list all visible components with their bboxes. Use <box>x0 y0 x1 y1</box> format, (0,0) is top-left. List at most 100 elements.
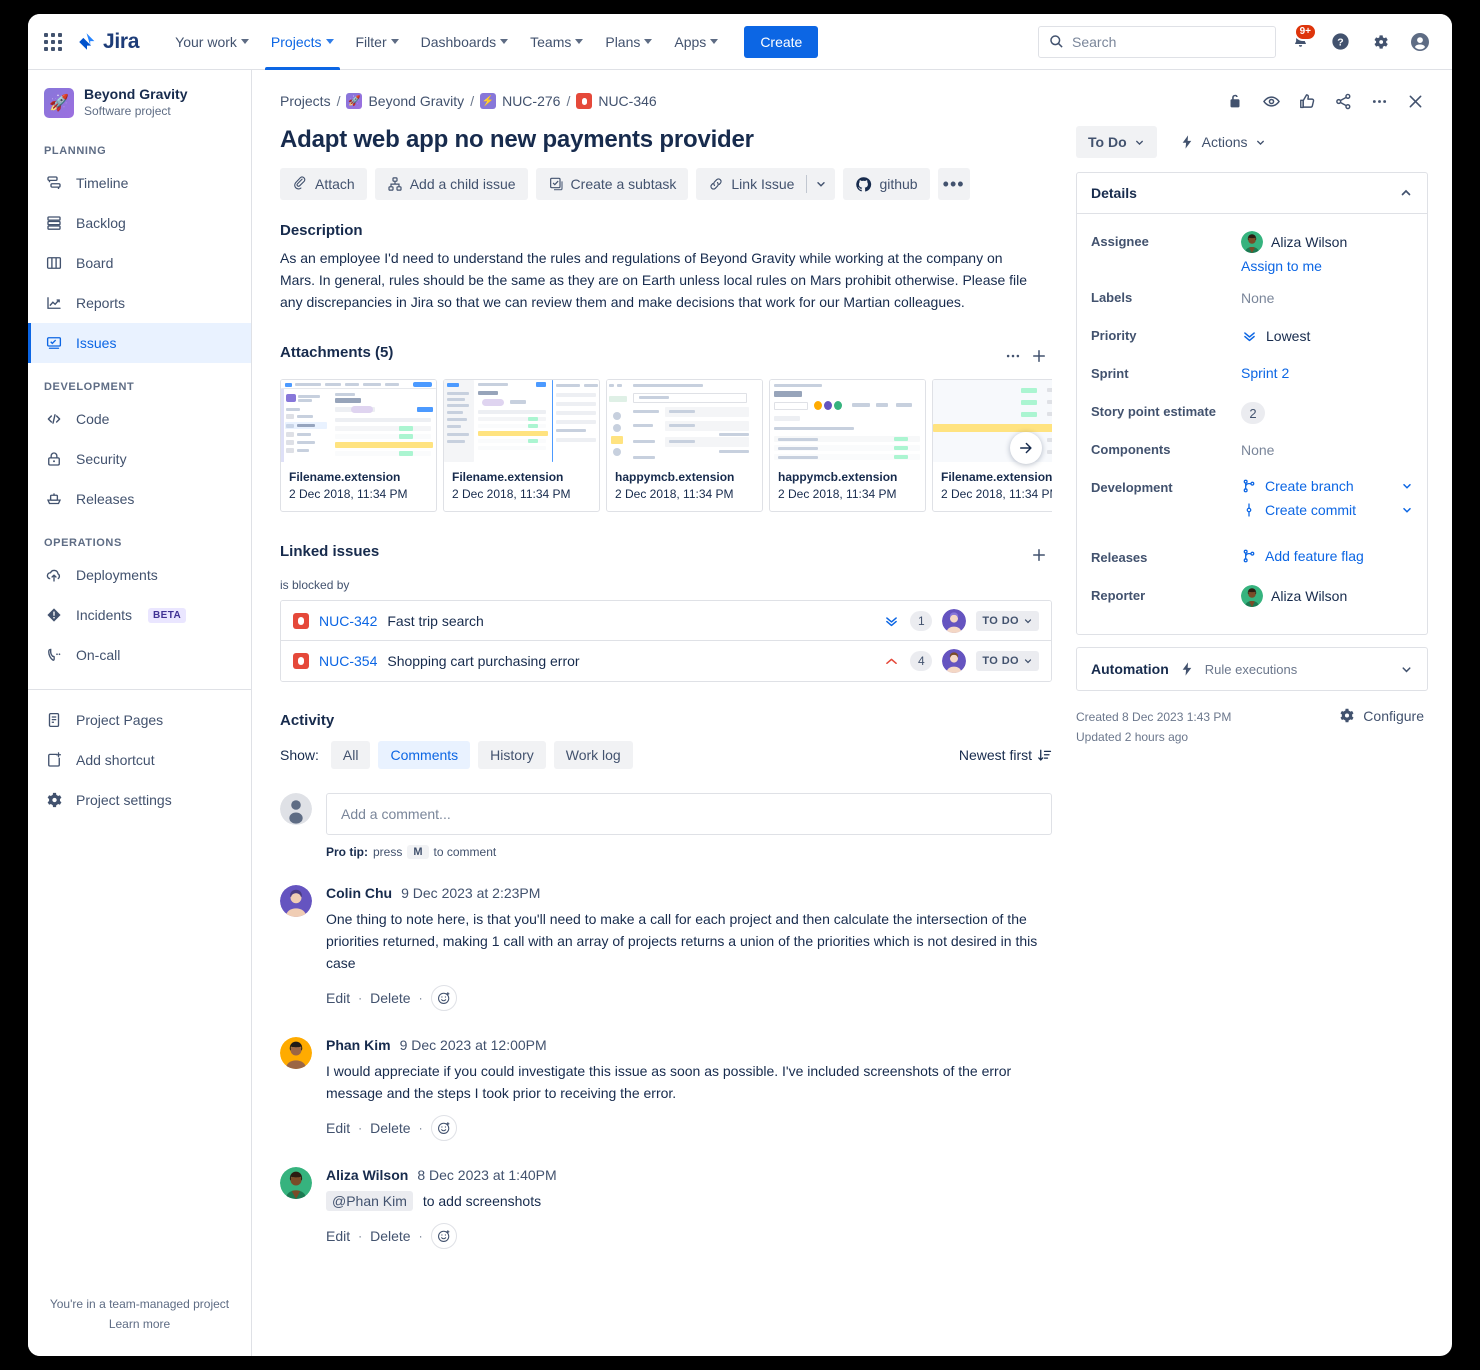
sidebar-item-deployments[interactable]: Deployments <box>28 555 251 595</box>
grid-apps-icon[interactable] <box>44 33 62 51</box>
create-commit-link[interactable]: Create commit <box>1265 502 1356 518</box>
plus-icon[interactable] <box>1026 542 1052 568</box>
project-header[interactable]: 🚀 Beyond Gravity Software project <box>28 86 251 119</box>
sidebar-item-reports[interactable]: Reports <box>28 283 251 323</box>
delete-comment-link[interactable]: Delete <box>370 1120 410 1136</box>
sidebar-item-add-shortcut[interactable]: Add shortcut <box>28 740 251 780</box>
edit-comment-link[interactable]: Edit <box>326 1120 350 1136</box>
comment-author[interactable]: Phan Kim <box>326 1037 391 1053</box>
comment-author[interactable]: Colin Chu <box>326 885 392 901</box>
attachment-card[interactable]: Filename.extension 2 Dec 2018, 11:34 PM <box>280 379 437 512</box>
help-icon[interactable]: ? <box>1324 26 1356 58</box>
linked-issue-key[interactable]: NUC-354 <box>319 653 377 669</box>
details-panel-header[interactable]: Details <box>1077 173 1427 214</box>
comment-author[interactable]: Aliza Wilson <box>326 1167 408 1183</box>
avatar[interactable] <box>280 885 312 917</box>
breadcrumb-epic[interactable]: NUC-276 <box>502 93 560 109</box>
unlock-icon[interactable] <box>1222 88 1248 114</box>
attachment-card[interactable]: Filename.extension 2 Dec 2018, 11:34 PM <box>443 379 600 512</box>
chevron-down-icon[interactable] <box>807 168 835 200</box>
close-icon[interactable] <box>1402 88 1428 114</box>
add-reaction-icon[interactable] <box>431 985 457 1011</box>
search-box[interactable] <box>1038 26 1276 58</box>
nav-dashboards[interactable]: Dashboards <box>411 14 519 70</box>
configure-button[interactable]: Configure <box>1338 707 1428 724</box>
settings-gear-icon[interactable] <box>1364 26 1396 58</box>
sidebar-item-project-pages[interactable]: Project Pages <box>28 700 251 740</box>
field-value[interactable]: 2 <box>1241 396 1413 424</box>
profile-avatar-icon[interactable] <box>1404 26 1436 58</box>
linked-issue-row[interactable]: NUC-354 Shopping cart purchasing error 4… <box>281 641 1051 681</box>
add-reaction-icon[interactable] <box>431 1223 457 1249</box>
chevron-down-icon[interactable] <box>1400 663 1413 676</box>
delete-comment-link[interactable]: Delete <box>370 1228 410 1244</box>
avatar[interactable] <box>942 609 966 633</box>
sidebar-item-incidents[interactable]: Incidents BETA <box>28 595 251 635</box>
reporter-user[interactable]: Aliza Wilson <box>1241 585 1413 607</box>
nav-your-work[interactable]: Your work <box>165 14 259 70</box>
more-actions-icon[interactable] <box>1366 88 1392 114</box>
status-dropdown[interactable]: To Do <box>1076 126 1157 158</box>
add-comment-input[interactable]: Add a comment... <box>326 793 1052 835</box>
nav-projects[interactable]: Projects <box>261 14 344 70</box>
search-input[interactable] <box>1072 34 1265 50</box>
avatar[interactable] <box>280 1167 312 1199</box>
nav-filter[interactable]: Filter <box>346 14 409 70</box>
breadcrumb-projects[interactable]: Projects <box>280 93 331 109</box>
learn-more-link[interactable]: Learn more <box>109 1317 170 1331</box>
status-badge[interactable]: TO DO <box>976 611 1039 631</box>
create-button[interactable]: Create <box>744 26 818 58</box>
arrow-right-icon[interactable] <box>1010 432 1042 464</box>
attach-button[interactable]: Attach <box>280 168 367 200</box>
more-actions-icon[interactable] <box>1000 343 1026 369</box>
linked-issue-key[interactable]: NUC-342 <box>319 613 377 629</box>
nav-apps[interactable]: Apps <box>664 14 728 70</box>
assign-to-me-link[interactable]: Assign to me <box>1241 258 1413 274</box>
tab-history[interactable]: History <box>478 741 546 769</box>
sidebar-item-releases[interactable]: Releases <box>28 479 251 519</box>
plus-icon[interactable] <box>1026 343 1052 369</box>
chevron-down-icon[interactable] <box>1401 480 1413 492</box>
edit-comment-link[interactable]: Edit <box>326 1228 350 1244</box>
avatar[interactable] <box>280 1037 312 1069</box>
sidebar-item-board[interactable]: Board <box>28 243 251 283</box>
more-actions-icon[interactable]: ••• <box>938 168 970 200</box>
breadcrumb-issue[interactable]: NUC-346 <box>598 93 656 109</box>
link-issue-button[interactable]: Link Issue <box>696 168 806 200</box>
nav-plans[interactable]: Plans <box>595 14 662 70</box>
sidebar-item-project-settings[interactable]: Project settings <box>28 780 251 820</box>
notifications-bell-icon[interactable]: 9+ <box>1284 26 1316 58</box>
sidebar-item-backlog[interactable]: Backlog <box>28 203 251 243</box>
linked-issue-row[interactable]: NUC-342 Fast trip search 1 TO DO <box>281 601 1051 641</box>
edit-comment-link[interactable]: Edit <box>326 990 350 1006</box>
create-commit-row[interactable]: Create commit <box>1241 502 1413 518</box>
add-reaction-icon[interactable] <box>431 1115 457 1141</box>
tab-comments[interactable]: Comments <box>378 741 470 769</box>
like-thumb-icon[interactable] <box>1294 88 1320 114</box>
create-branch-link[interactable]: Create branch <box>1265 478 1354 494</box>
share-icon[interactable] <box>1330 88 1356 114</box>
sidebar-item-code[interactable]: Code <box>28 399 251 439</box>
chevron-down-icon[interactable] <box>1401 504 1413 516</box>
breadcrumb-project[interactable]: Beyond Gravity <box>368 93 464 109</box>
attachments-strip[interactable]: Filename.extension 2 Dec 2018, 11:34 PM <box>280 379 1052 512</box>
attachment-card[interactable]: happymcb.extension 2 Dec 2018, 11:34 PM <box>769 379 926 512</box>
sidebar-item-on-call[interactable]: On-call <box>28 635 251 675</box>
jira-logo[interactable]: Jira <box>76 30 139 54</box>
github-button[interactable]: github <box>843 168 929 200</box>
add-feature-flag-row[interactable]: Add feature flag <box>1241 548 1413 564</box>
add-child-issue-button[interactable]: Add a child issue <box>375 168 528 200</box>
attachment-card[interactable]: happymcb.extension 2 Dec 2018, 11:34 PM <box>606 379 763 512</box>
delete-comment-link[interactable]: Delete <box>370 990 410 1006</box>
automation-panel[interactable]: Automation Rule executions <box>1076 647 1428 691</box>
chevron-up-icon[interactable] <box>1399 186 1413 200</box>
assignee-user[interactable]: Aliza Wilson <box>1241 231 1413 253</box>
actions-dropdown[interactable]: Actions <box>1171 126 1274 158</box>
field-value[interactable]: None <box>1241 282 1413 306</box>
status-badge[interactable]: TO DO <box>976 651 1039 671</box>
watch-eye-icon[interactable] <box>1258 88 1284 114</box>
sidebar-item-issues[interactable]: Issues <box>28 323 251 363</box>
nav-teams[interactable]: Teams <box>520 14 593 70</box>
sidebar-item-security[interactable]: Security <box>28 439 251 479</box>
tab-all[interactable]: All <box>331 741 371 769</box>
